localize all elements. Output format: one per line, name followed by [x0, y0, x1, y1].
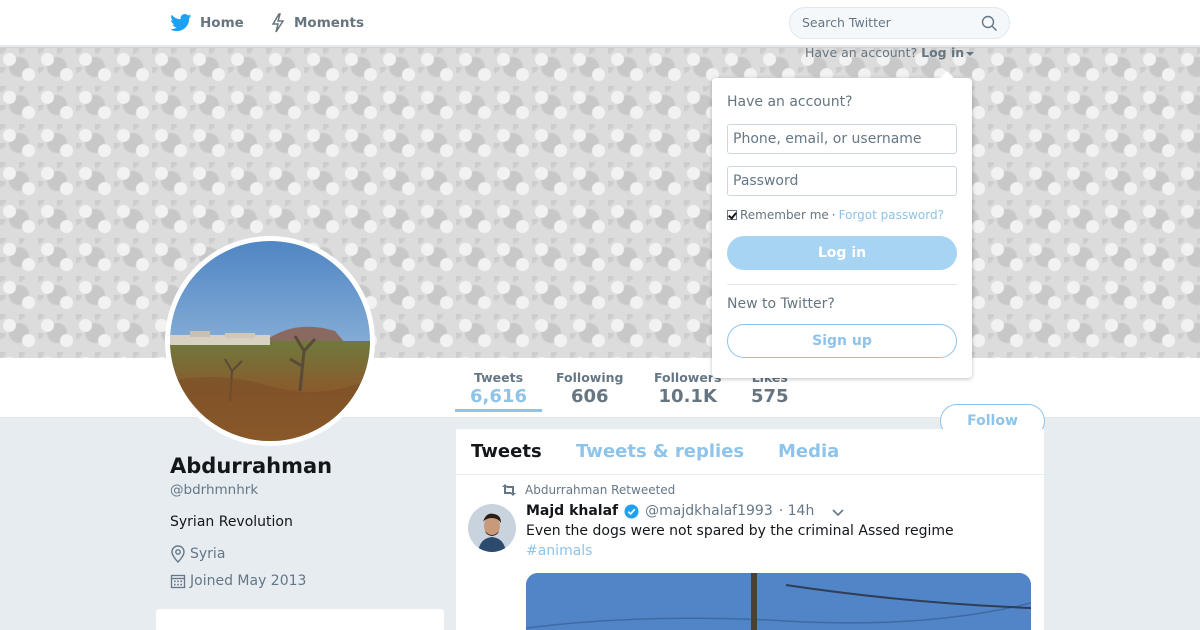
- retweet-context: Abdurrahman Retweeted: [501, 483, 675, 497]
- stat-followers-value: 10.1K: [658, 386, 717, 407]
- tweet-media-photo: [526, 573, 1031, 630]
- stat-tweets[interactable]: Tweets 6,616: [455, 370, 542, 412]
- timeline: Tweets Tweets & replies Media Abdurrahma…: [456, 429, 1044, 630]
- tweet-timestamp[interactable]: · 14h: [779, 503, 815, 519]
- sidebar-card: [156, 609, 444, 630]
- stat-followers[interactable]: Followers 10.1K: [654, 370, 721, 407]
- search-box: [789, 7, 1010, 39]
- twitter-bird-icon: [170, 14, 192, 32]
- tweet-media-image[interactable]: [526, 573, 1031, 630]
- have-account-prompt: Have an account? Log in: [805, 45, 975, 60]
- new-to-twitter-text: New to Twitter?: [727, 296, 835, 312]
- profile-location-text: Syria: [190, 546, 226, 562]
- moments-bolt-icon: [271, 13, 285, 33]
- profile-joined: Joined May 2013: [170, 573, 306, 589]
- password-field[interactable]: [727, 166, 957, 196]
- verified-badge-icon: [624, 503, 639, 519]
- remember-me-row: Remember me · Forgot password?: [727, 208, 944, 222]
- retweet-context-text[interactable]: Abdurrahman Retweeted: [525, 483, 675, 497]
- tweet-author-name[interactable]: Majd khalaf: [526, 503, 618, 519]
- nav-moments-label: Moments: [294, 15, 365, 31]
- profile-bio: Syrian Revolution: [170, 514, 293, 530]
- retweet-icon: [502, 484, 516, 496]
- profile-joined-text: Joined May 2013: [190, 573, 307, 589]
- dropdown-divider: [727, 284, 957, 285]
- login-dropdown: Have an account? Remember me · Forgot pa…: [712, 71, 972, 378]
- remember-me-label[interactable]: Remember me: [740, 208, 829, 222]
- remember-me-checkbox[interactable]: [727, 210, 737, 220]
- search-icon[interactable]: [981, 15, 998, 32]
- profile-name[interactable]: Abdurrahman: [170, 454, 332, 478]
- have-account-text: Have an account?: [805, 45, 918, 60]
- profile-avatar[interactable]: [165, 236, 375, 446]
- tweet-hashtag[interactable]: #animals: [526, 543, 592, 559]
- tweet-author-handle[interactable]: @majdkhalaf1993: [645, 503, 773, 519]
- login-dropdown-title: Have an account?: [727, 94, 853, 110]
- tab-tweets-and-replies[interactable]: Tweets & replies: [576, 441, 744, 462]
- tab-media[interactable]: Media: [778, 441, 839, 462]
- login-toggle-label: Log in: [921, 45, 965, 60]
- caret-down-icon: [966, 51, 975, 56]
- separator-dot: ·: [831, 208, 836, 222]
- tab-tweets[interactable]: Tweets: [471, 441, 542, 462]
- tweet-author-avatar[interactable]: [468, 504, 516, 552]
- stat-following-value: 606: [570, 386, 609, 407]
- top-navigation-bar: Home Moments: [0, 0, 1200, 46]
- search-input[interactable]: [802, 15, 972, 30]
- stat-following[interactable]: Following 606: [556, 370, 623, 407]
- nav-home[interactable]: Home: [170, 0, 244, 46]
- forgot-password-link[interactable]: Forgot password?: [839, 208, 944, 222]
- login-button[interactable]: Log in: [727, 236, 957, 270]
- stat-tweets-label: Tweets: [473, 370, 524, 385]
- calendar-icon: [170, 574, 186, 589]
- login-dropdown-toggle[interactable]: Log in: [921, 45, 975, 60]
- location-pin-icon: [171, 545, 185, 563]
- stat-tweets-value: 6,616: [470, 386, 527, 407]
- stat-following-label: Following: [556, 370, 624, 385]
- chevron-down-icon[interactable]: [832, 509, 844, 517]
- profile-handle[interactable]: @bdrhmnhrk: [170, 482, 258, 498]
- avatar-landscape-photo: [170, 241, 370, 441]
- profile-location: Syria: [170, 545, 225, 563]
- tweet-author-photo: [468, 504, 516, 552]
- timeline-tabs: Tweets Tweets & replies Media: [456, 429, 1044, 475]
- stat-likes-value: 575: [751, 386, 789, 407]
- username-field[interactable]: [727, 124, 957, 154]
- nav-home-label: Home: [200, 15, 244, 31]
- tweet-header: Majd khalaf @majdkhalaf1993 · 14h: [526, 503, 814, 519]
- nav-moments[interactable]: Moments: [270, 0, 364, 46]
- tweet-text: Even the dogs were not spared by the cri…: [526, 523, 954, 539]
- signup-button[interactable]: Sign up: [727, 324, 957, 358]
